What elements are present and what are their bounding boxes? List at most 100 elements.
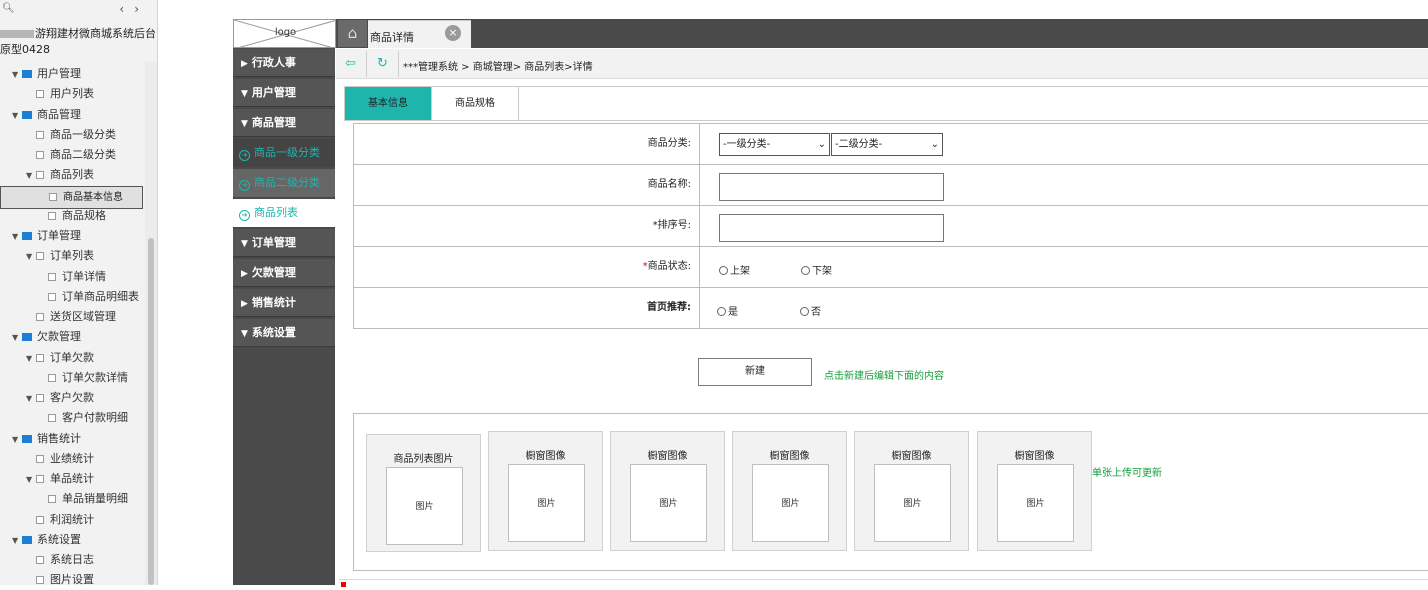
sitemap-nav-arrows[interactable]: ‹› — [119, 2, 149, 16]
image-upload-slot[interactable]: 图片 — [874, 464, 951, 542]
folder-icon — [22, 434, 32, 443]
sitemap-item[interactable]: ▼ 客户欠款 — [0, 388, 143, 408]
sitemap-item[interactable]: 用户列表 — [0, 84, 143, 104]
sitemap-item[interactable]: ▼ 商品列表 — [0, 165, 143, 185]
sitemap-item-label: 订单商品明细表 — [62, 289, 139, 303]
image-upload-slot[interactable]: 图片 — [386, 467, 463, 545]
side-nav-group[interactable]: ▶ 行政人事 — [233, 49, 335, 77]
sitemap-item[interactable]: 单品销量明细 — [0, 489, 143, 509]
sitemap-item-label: 利润统计 — [50, 512, 94, 526]
image-card-title: 橱窗图像 — [525, 451, 566, 462]
back-icon[interactable]: ⇦ — [340, 53, 361, 74]
image-upload-panel: 商品列表图片 图片 橱窗图像 图片 橱窗图像 图片 橱窗图像 图片 橱窗图像 图片 橱窗图像 图片 单… — [353, 413, 1428, 571]
sitemap-item[interactable]: 图片设置 — [0, 570, 143, 590]
sitemap-item[interactable]: 商品一级分类 — [0, 125, 143, 145]
sitemap-toolbar: 🔍︎ ‹› — [0, 0, 157, 20]
sitemap-item[interactable]: ▼ 订单列表 — [0, 246, 143, 266]
caret-down-icon: ▼ — [241, 239, 248, 249]
sitemap-scrollbar[interactable] — [148, 238, 154, 585]
status-off-radio[interactable]: 下架 — [801, 262, 832, 277]
product-name-input[interactable] — [719, 173, 944, 201]
category-level1-value: -一级分类- — [723, 139, 771, 150]
sitemap-item[interactable]: 订单详情 — [0, 267, 143, 287]
sitemap-item[interactable]: 系统日志 — [0, 550, 143, 570]
side-nav-group[interactable]: ▶ 欠款管理 — [233, 259, 335, 287]
image-card: 商品列表图片 图片 — [366, 434, 481, 552]
sitemap-item[interactable]: 送货区域管理 — [0, 307, 143, 327]
page-icon — [36, 454, 44, 463]
new-button[interactable]: 新建 — [698, 358, 812, 386]
side-nav-group[interactable]: ▼ 用户管理 — [233, 79, 335, 107]
expand-arrow-icon[interactable]: ▼ — [12, 227, 22, 247]
expand-arrow-icon[interactable]: ▼ — [12, 531, 22, 551]
image-card-title: 橱窗图像 — [1014, 451, 1055, 462]
form-row-name: 商品名称: — [354, 165, 1428, 206]
recommend-yes-radio[interactable]: 是 — [717, 303, 738, 318]
sitemap-item[interactable]: ▼ 用户管理 — [0, 64, 143, 84]
sitemap-item[interactable]: ▼ 订单管理 — [0, 226, 143, 246]
caret-right-icon: ▶ — [241, 59, 248, 69]
side-nav-group[interactable]: ▼ 系统设置 — [233, 319, 335, 347]
expand-arrow-icon[interactable]: ▼ — [26, 349, 36, 369]
side-nav-subitem[interactable]: ➜ 商品一级分类 — [233, 139, 335, 167]
expand-arrow-icon[interactable]: ▼ — [26, 389, 36, 409]
search-icon[interactable]: 🔍︎ — [2, 3, 15, 14]
status-on-radio[interactable]: 上架 — [719, 262, 750, 277]
side-nav-label: 商品二级分类 — [254, 176, 320, 189]
image-upload-slot[interactable]: 图片 — [997, 464, 1074, 542]
recommend-no-label: 否 — [811, 307, 821, 318]
expand-arrow-icon[interactable]: ▼ — [26, 247, 36, 267]
sitemap-item-label: 订单管理 — [37, 229, 81, 242]
expand-arrow-icon[interactable]: ▼ — [12, 65, 22, 85]
sitemap-item[interactable]: 商品规格 — [0, 206, 143, 226]
sitemap-item[interactable]: 利润统计 — [0, 510, 143, 530]
page-icon — [36, 576, 44, 585]
sitemap-item[interactable]: ▼ 商品管理 — [0, 105, 143, 125]
expand-arrow-icon[interactable]: ▼ — [12, 430, 22, 450]
sitemap-item[interactable]: ▼ 销售统计 — [0, 429, 143, 449]
sitemap-item[interactable]: 订单商品明细表 — [0, 287, 143, 307]
sitemap-item[interactable]: 订单欠款详情 — [0, 368, 143, 388]
expand-arrow-icon[interactable]: ▼ — [26, 470, 36, 490]
side-nav-label: 销售统计 — [251, 296, 296, 309]
sitemap-item-label: 商品规格 — [62, 208, 106, 222]
expand-arrow-icon[interactable]: ▼ — [12, 106, 22, 126]
category-label: 商品分类: — [354, 124, 700, 164]
sitemap-item-label: 系统设置 — [37, 532, 81, 546]
category-level2-select[interactable]: -二级分类- ⌄ — [831, 133, 943, 156]
sort-number-input[interactable] — [719, 214, 944, 242]
page-icon — [36, 353, 44, 362]
sitemap-item[interactable]: 客户付款明细 — [0, 408, 143, 428]
chevron-down-icon: ⌄ — [930, 139, 939, 150]
tab-product-spec[interactable]: 商品规格 — [432, 87, 519, 120]
image-upload-slot[interactable]: 图片 — [752, 464, 829, 542]
close-icon[interactable]: × — [445, 25, 461, 41]
refresh-icon[interactable]: ↻ — [372, 53, 393, 74]
expand-arrow-icon[interactable]: ▼ — [26, 166, 36, 186]
tab-basic-info[interactable]: 基本信息 — [345, 87, 432, 120]
sitemap-item[interactable]: ▼ 系统设置 — [0, 530, 143, 550]
sitemap-item[interactable]: ▼ 订单欠款 — [0, 348, 143, 368]
recommend-no-radio[interactable]: 否 — [800, 303, 821, 318]
side-nav-group[interactable]: ▼ 商品管理 — [233, 109, 335, 137]
home-icon[interactable]: ⌂ — [338, 20, 367, 47]
side-nav-group[interactable]: ▼ 订单管理 — [233, 229, 335, 257]
logo-text: logo — [274, 27, 297, 38]
radio-icon — [719, 266, 728, 275]
sitemap-item[interactable]: ▼ 欠款管理 — [0, 327, 143, 347]
sitemap-item[interactable]: 商品二级分类 — [0, 145, 143, 165]
side-nav-subitem[interactable]: ➜ 商品二级分类 — [233, 169, 335, 197]
page-icon — [49, 192, 57, 201]
sitemap-item[interactable]: 业绩统计 — [0, 449, 143, 469]
page-icon — [36, 252, 44, 261]
sitemap-item[interactable]: ▼ 单品统计 — [0, 469, 143, 489]
side-nav-group[interactable]: ▶ 销售统计 — [233, 289, 335, 317]
expand-arrow-icon[interactable]: ▼ — [12, 328, 22, 348]
side-nav-label: 商品一级分类 — [254, 146, 320, 159]
image-upload-slot[interactable]: 图片 — [508, 464, 585, 542]
tab-product-detail[interactable]: 商品详情 × — [368, 20, 471, 48]
side-nav-subitem[interactable]: ➜ 商品列表 — [233, 199, 335, 227]
sitemap-item-label: 订单欠款详情 — [62, 370, 128, 384]
image-upload-slot[interactable]: 图片 — [630, 464, 707, 542]
category-level1-select[interactable]: -一级分类- ⌄ — [719, 133, 830, 156]
